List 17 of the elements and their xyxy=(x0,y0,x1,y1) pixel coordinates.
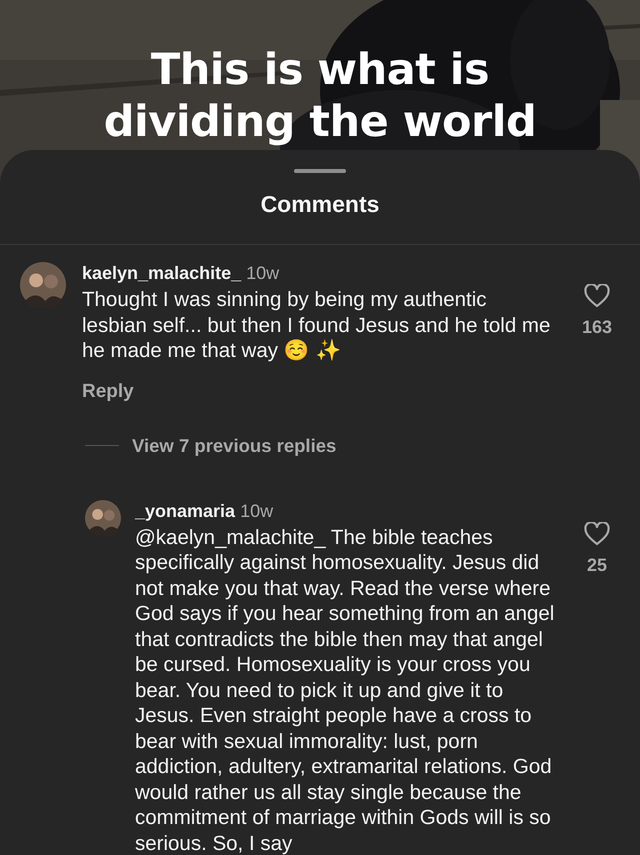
heart-icon[interactable] xyxy=(584,284,610,308)
username-link[interactable]: kaelyn_malachite_ xyxy=(82,263,242,283)
like-count: 25 xyxy=(586,554,608,577)
overlay-title: This is what is dividing the world xyxy=(102,44,538,148)
comment-text: Thought I was sinning by being my authentic lesbian self... but then I found Jesus and he told me he made me that way ☺ ✨ xyxy=(82,287,552,364)
avatar-icon[interactable] xyxy=(85,500,121,536)
reply-button[interactable]: Reply xyxy=(82,378,134,406)
heart-icon[interactable] xyxy=(584,522,610,546)
comment-text: @kaelyn_malachite_ The bible teaches specifically against homosexuality. Jesus did not make you that way. Read the verse where God says if you hear something from an angel that contradicts the bible then may that angel be cursed. Homosexuality is your cross you bear. You need to pick it up and give it to Jesus. Even straight people have a cross to bear with sexual immorality: lust, porn addiction, adultery, extramarital relations. God would rather us all stay single because the commitment of marriage within Gods will is so serious. So, I say xyxy=(135,524,555,855)
view-replies-button[interactable]: View 7 previous replies xyxy=(132,432,336,460)
like-count: 163 xyxy=(582,316,612,339)
drag-handle[interactable] xyxy=(294,169,346,173)
sheet-title: Comments xyxy=(260,190,380,219)
avatar-icon[interactable] xyxy=(20,262,66,308)
comment-time: 10w xyxy=(240,500,274,521)
comment-time: 10w xyxy=(246,263,280,283)
username-link[interactable]: _yonamaria xyxy=(135,500,236,521)
